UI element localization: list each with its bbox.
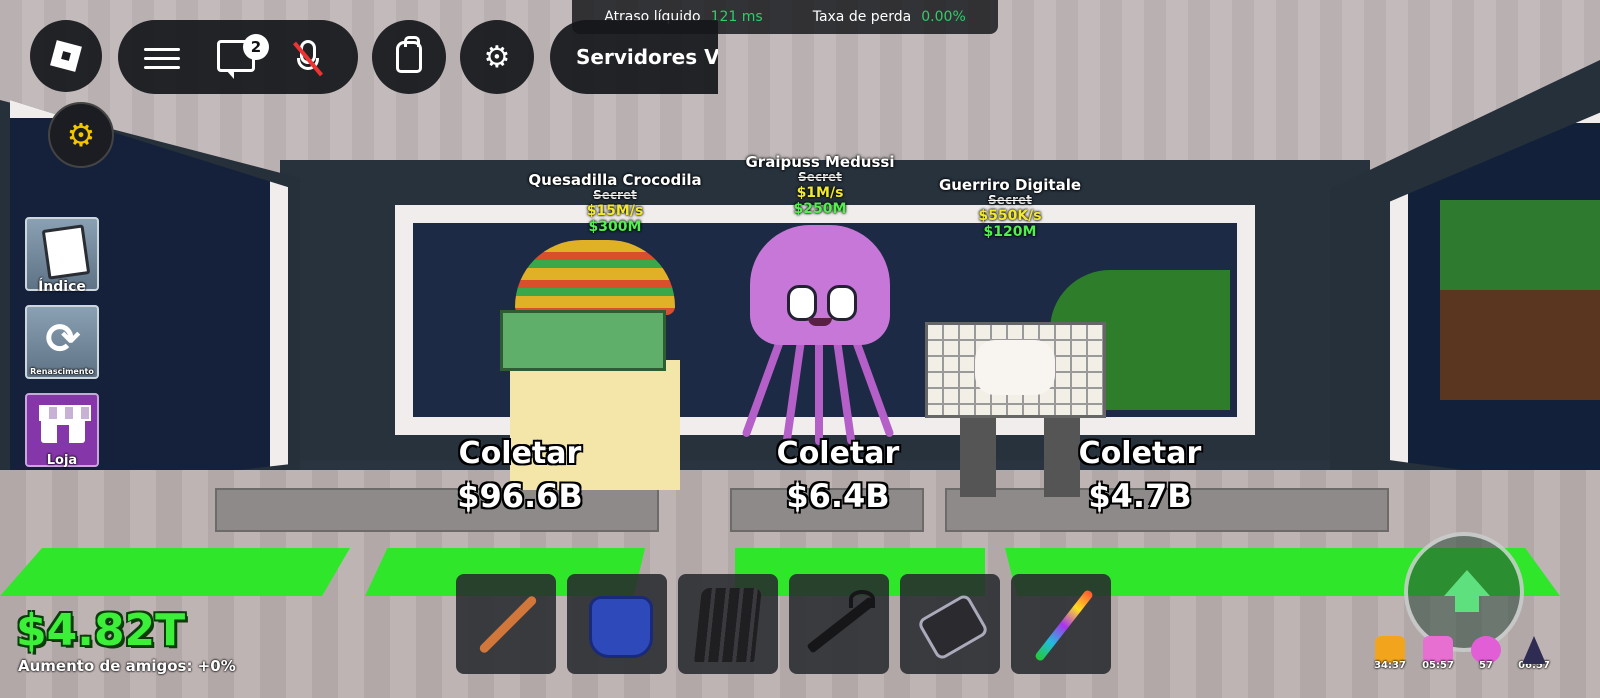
friends-boost: Aumento de amigos: +0% <box>18 657 236 675</box>
crocodile-head <box>500 310 666 371</box>
brainrot-price: $120M <box>983 224 1037 241</box>
index-button[interactable]: Índice <box>25 217 99 295</box>
brainrot-name: Graipuss Medussi <box>745 153 895 171</box>
rebirth-label: Renascimento <box>30 367 94 376</box>
book-icon <box>41 224 91 280</box>
collect-sign[interactable]: Coletar $96.6B <box>420 436 620 515</box>
brainrot-price: $300M <box>588 219 642 236</box>
collect-label: Coletar <box>1078 436 1202 471</box>
arrow-up-icon <box>1455 596 1479 612</box>
hotbar-slot-4[interactable] <box>789 574 889 674</box>
buff-time: 34:37 <box>1374 660 1406 671</box>
hotbar-slot-5[interactable] <box>900 574 1000 674</box>
hamburger-menu-icon[interactable] <box>144 42 180 72</box>
glove-icon <box>589 596 653 658</box>
jump-button[interactable] <box>1404 532 1524 652</box>
shop-button[interactable]: Loja <box>25 393 99 468</box>
collect-label: Coletar <box>458 436 582 471</box>
loss-label: Taxa de perda <box>812 9 912 25</box>
cape-icon <box>694 588 762 662</box>
hotbar-slot-2[interactable] <box>567 574 667 674</box>
backpack-icon <box>396 36 422 73</box>
buff-timer: 34:37 <box>1372 636 1408 676</box>
shop-label: Loja <box>46 453 78 468</box>
brainrot-price: $250M <box>793 201 847 218</box>
buff-time: 57 <box>1479 660 1493 671</box>
hotbar-slot-1[interactable] <box>456 574 556 674</box>
brainrot-name: Guerriro Digitale <box>938 176 1082 194</box>
outside-grass <box>1440 200 1600 290</box>
brainrot-tag: Graipuss Medussi Secret $1M/s $250M <box>725 153 915 218</box>
gear-icon: ⚙ <box>66 116 96 154</box>
hook-icon <box>849 590 875 608</box>
rainbow-wand-icon <box>1033 588 1095 663</box>
gear-icon: ⚙ <box>483 39 511 75</box>
shop-icon <box>39 405 91 443</box>
jellyfish-eye <box>827 285 857 321</box>
buff-timer: 57 <box>1468 636 1504 676</box>
brainrot-rate: $1M/s <box>796 185 844 202</box>
backpack-button[interactable] <box>372 20 446 94</box>
roblox-logo-icon <box>50 40 82 72</box>
roblox-menu-button[interactable] <box>30 20 102 92</box>
loss-value: 0.00% <box>921 9 966 25</box>
voice-servers-button[interactable]: Servidores VC <box>550 20 718 94</box>
outside-ground <box>1440 290 1600 400</box>
settings-button[interactable]: ⚙ <box>460 20 534 94</box>
collect-label: Coletar <box>776 436 900 471</box>
buff-timer: 06:57 <box>1516 636 1552 676</box>
jellyfish-tentacle <box>815 335 823 445</box>
bat-icon <box>477 594 539 655</box>
index-label: Índice <box>38 279 86 295</box>
jellyfish-eye <box>787 285 817 321</box>
rebirth-button[interactable]: ⟳ Renascimento <box>25 305 99 379</box>
game-settings-button[interactable]: ⚙ <box>48 102 114 168</box>
jellyfish-head <box>750 225 890 345</box>
servers-label: Servidores VC <box>576 45 718 69</box>
money-counter: $4.82T <box>16 605 186 656</box>
brainrot-rarity: Secret <box>988 193 1032 208</box>
chat-unread-badge: 2 <box>243 34 269 60</box>
buff-time: 05:57 <box>1422 660 1454 671</box>
gun-icon <box>916 592 990 662</box>
collect-sign[interactable]: Coletar $4.7B <box>1040 436 1240 515</box>
brainrot-rate: $15M/s <box>586 203 644 220</box>
brainrot-tag: Quesadilla Crocodila Secret $15M/s $300M <box>510 171 720 236</box>
collect-amount: $6.4B <box>786 477 890 515</box>
keyboard-face <box>975 340 1055 395</box>
collect-zone <box>0 548 350 596</box>
collect-amount: $4.7B <box>1088 477 1192 515</box>
brainrot-rate: $550K/s <box>978 208 1042 225</box>
hotbar-slot-3[interactable] <box>678 574 778 674</box>
latency-value: 121 ms <box>710 9 763 25</box>
brainrot-rarity: Secret <box>798 170 842 185</box>
collect-amount: $96.6B <box>457 477 583 515</box>
hotbar-slot-6[interactable] <box>1011 574 1111 674</box>
collect-sign[interactable]: Coletar $6.4B <box>738 436 938 515</box>
buff-timer: 05:57 <box>1420 636 1456 676</box>
refresh-icon: ⟳ <box>45 314 81 363</box>
brainrot-tag: Guerriro Digitale Secret $550K/s $120M <box>920 176 1100 241</box>
brainrot-name: Quesadilla Crocodila <box>528 171 702 189</box>
brainrot-rarity: Secret <box>593 188 637 203</box>
